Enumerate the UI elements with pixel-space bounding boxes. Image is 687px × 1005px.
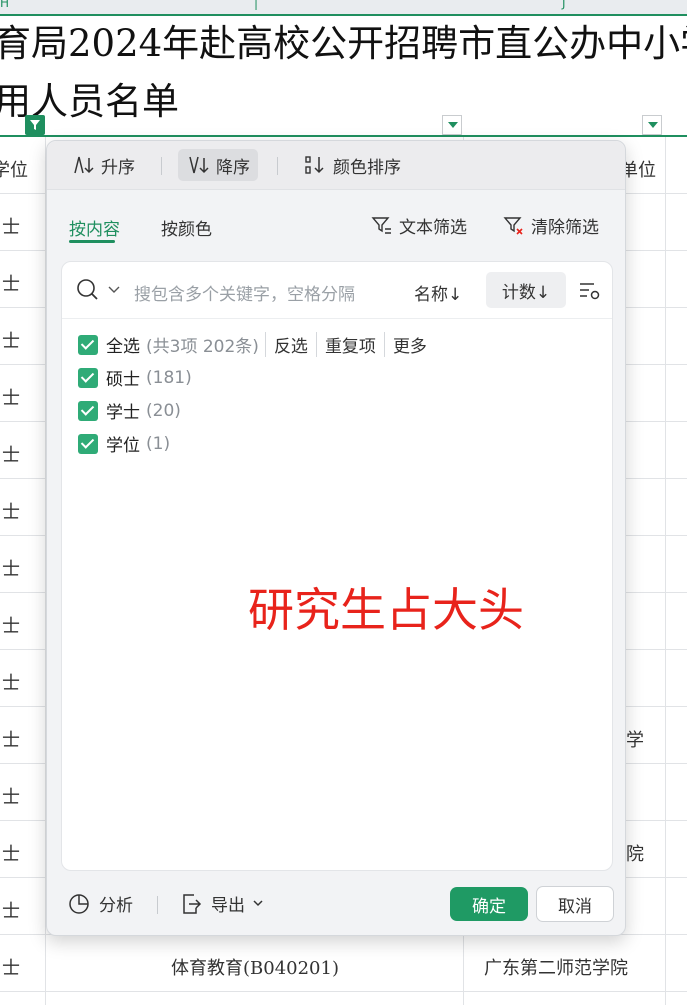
cell-degree[interactable]: 士: [2, 726, 20, 752]
tab-by-color[interactable]: 按颜色: [161, 215, 212, 240]
cell-degree[interactable]: 士: [2, 441, 20, 467]
cell-degree[interactable]: 士: [2, 612, 20, 638]
text-filter-icon: [371, 216, 391, 234]
color-sort-icon: [305, 156, 324, 174]
cell-degree[interactable]: 士: [2, 783, 20, 809]
more-link[interactable]: 更多: [383, 332, 435, 357]
sort-desc-button[interactable]: 降序: [178, 149, 258, 181]
cell-degree[interactable]: 士: [2, 897, 20, 923]
list-item[interactable]: 学士 (20): [78, 398, 181, 423]
sort-by-count-button[interactable]: 计数↓: [486, 272, 566, 308]
item-checkbox[interactable]: [78, 367, 98, 388]
grid-row-line: [0, 991, 687, 992]
divider: [161, 157, 162, 175]
filter-value-list: 搜包含多个关键字，空格分隔 名称↓ 计数↓ 全选 (共3项 202条) 反选 重…: [61, 261, 613, 871]
chevron-down-icon[interactable]: [108, 286, 120, 294]
active-filter-button[interactable]: [25, 115, 45, 135]
sort-desc-icon: [189, 156, 209, 174]
sort-asc-label: 升序: [101, 157, 135, 178]
divider: [157, 896, 158, 914]
cell-degree[interactable]: 士: [2, 213, 20, 239]
cell-degree[interactable]: 士: [2, 669, 20, 695]
grid-col-line: [665, 137, 666, 1005]
pie-chart-icon: [69, 893, 89, 914]
color-sort-button[interactable]: 颜色排序: [295, 149, 409, 181]
export-button[interactable]: 导出: [179, 891, 263, 916]
clear-filter-button[interactable]: 清除筛选: [503, 213, 599, 238]
search-input[interactable]: 搜包含多个关键字，空格分隔: [134, 280, 355, 305]
divider: [277, 157, 278, 175]
select-all-count: (共3项 202条): [146, 337, 259, 357]
search-bar: 搜包含多个关键字，空格分隔 名称↓ 计数↓: [62, 262, 612, 319]
cell-degree[interactable]: 士: [2, 498, 20, 524]
list-item[interactable]: 硕士 (181): [78, 365, 192, 390]
annotation-text: 研究生占大头: [248, 584, 524, 636]
column-letter: J: [562, 0, 566, 10]
invert-selection-link[interactable]: 反选: [264, 332, 316, 357]
sort-toolbar: 升序 降序 颜色排序: [47, 141, 625, 190]
cell-degree[interactable]: 士: [2, 840, 20, 866]
filter-dropdown-arrow[interactable]: [642, 115, 662, 135]
duplicates-link[interactable]: 重复项: [315, 332, 384, 357]
chevron-down-icon: [253, 899, 263, 906]
cell-unit-partial[interactable]: 院: [626, 840, 644, 866]
select-all-label[interactable]: 全选: [106, 332, 140, 357]
select-all-item: 全选 (共3项 202条) 反选 重复项 更多: [78, 332, 435, 357]
export-icon: [183, 893, 202, 914]
sort-desc-label: 降序: [216, 157, 250, 178]
sheet-title-line-1: 育局2024年赴高校公开招聘市直公办中小学: [0, 22, 687, 65]
cell-degree[interactable]: 士: [2, 327, 20, 353]
item-label: 学位: [106, 436, 140, 456]
item-count: (1): [146, 433, 171, 454]
filter-dropdown-arrow[interactable]: [442, 115, 462, 135]
analyze-label: 分析: [99, 896, 133, 916]
list-settings-icon[interactable]: [578, 280, 602, 302]
clear-filter-icon: [503, 216, 523, 235]
cell-unit-partial[interactable]: 学: [626, 726, 644, 752]
column-header-bar: H | J: [0, 0, 687, 16]
header-border: [0, 135, 687, 137]
item-count: (20): [146, 400, 181, 421]
cell-degree[interactable]: 士: [2, 555, 20, 581]
text-filter-label: 文本筛选: [399, 218, 467, 238]
sort-asc-icon: [74, 156, 94, 174]
sort-asc-button[interactable]: 升序: [63, 149, 143, 181]
cell-degree[interactable]: 士: [2, 270, 20, 296]
analyze-button[interactable]: 分析: [67, 891, 133, 916]
select-all-checkbox[interactable]: [78, 334, 98, 355]
item-label: 硕士: [106, 370, 140, 390]
cancel-button[interactable]: 取消: [536, 886, 614, 922]
column-letter: H: [0, 0, 10, 10]
cell-degree[interactable]: 士: [2, 954, 20, 980]
item-checkbox[interactable]: [78, 433, 98, 454]
cell-degree[interactable]: 士: [2, 384, 20, 410]
tab-by-content[interactable]: 按内容: [69, 215, 120, 240]
item-count: (181): [146, 367, 192, 388]
confirm-button[interactable]: 确定: [450, 887, 528, 921]
item-label: 学士: [106, 403, 140, 423]
export-label: 导出: [211, 896, 245, 916]
color-sort-label: 颜色排序: [333, 157, 401, 178]
clear-filter-label: 清除筛选: [531, 218, 599, 238]
search-icon[interactable]: [76, 278, 102, 302]
cell-school[interactable]: 广东第二师范学院: [484, 954, 628, 980]
text-filter-button[interactable]: 文本筛选: [371, 213, 467, 238]
cell-major[interactable]: 体育教育(B040201): [171, 954, 339, 980]
column-header-degree: 学位: [0, 160, 28, 181]
column-divider: |: [254, 0, 259, 10]
active-tab-indicator: [69, 240, 115, 243]
filter-panel: 升序 降序 颜色排序 按内容 按颜色 文本筛选 清除筛选 搜包含多个关键字，空格…: [46, 140, 626, 936]
item-checkbox[interactable]: [78, 400, 98, 421]
filter-icon: [30, 120, 40, 130]
list-item[interactable]: 学位 (1): [78, 431, 170, 456]
sort-by-name-button[interactable]: 名称↓: [414, 280, 462, 305]
